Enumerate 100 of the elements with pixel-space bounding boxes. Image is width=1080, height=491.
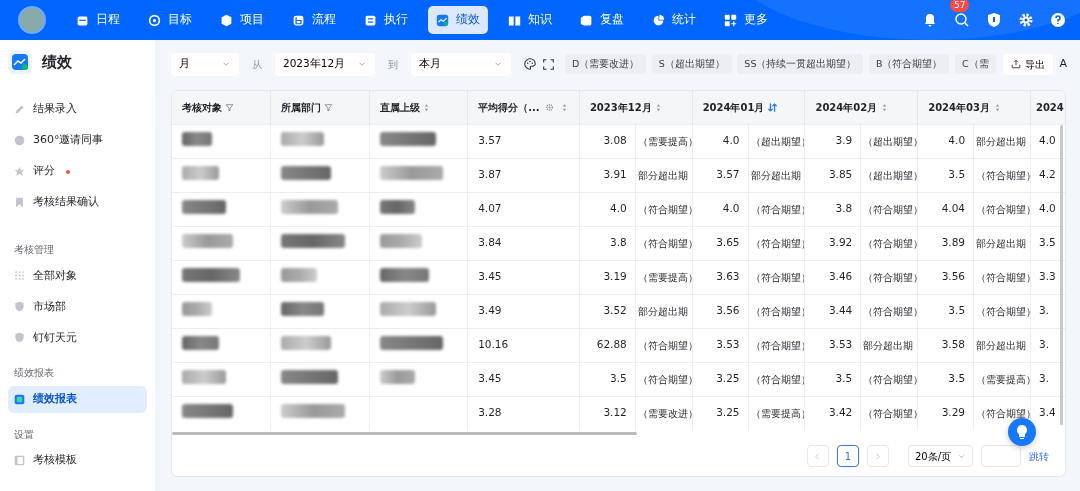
table-cell: 62.88 [579,328,636,362]
table-cell: 3.5 [917,158,974,192]
table-cell: （符合期望） [635,192,693,226]
table-cell: （符合期望） [635,328,693,362]
dots-grid-icon [14,270,25,282]
search-icon[interactable] [954,12,970,28]
table-cell: （符合期望） [748,226,805,260]
help-icon[interactable] [1050,12,1066,28]
table-cell: （符合期望） [860,294,918,328]
period-select[interactable]: 月 [171,52,239,76]
table-cell: 部分超出期 [635,158,693,192]
nav-tab[interactable]: 项目 [212,6,272,34]
table-cell: 3.63 [692,260,749,294]
nav-tab[interactable]: 更多 [716,6,776,34]
table-cell: （超出期望） [860,158,918,192]
grid-icon [724,13,737,27]
table-cell: （符合期望） [973,158,1031,192]
table-cell: 3.5 [917,362,974,396]
scrollbar[interactable] [1060,125,1063,425]
legend-tag: C（需 [954,53,996,75]
nav-tab[interactable]: 执行 [356,6,416,34]
table-cell: 3.28 [467,396,580,430]
table-cell: 3.52 [579,294,636,328]
column-header[interactable]: 考核对象 [182,99,222,115]
table-cell: （超出期望） [860,124,918,158]
bell-icon[interactable] [922,12,938,28]
table-cell: （符合期望） [635,362,693,396]
table-cell: （符合期望） [748,192,805,226]
calendar-icon [76,13,89,27]
table-cell: 3.87 [467,158,580,192]
legend-tag: SS（持续一贯超出期望） [737,53,864,75]
table-cell: 3.53 [804,328,861,362]
table-cell: （符合期望） [860,226,918,260]
table-cell: 10.16 [467,328,580,362]
upload-icon [1010,59,1021,69]
nav-tab[interactable]: 绩效 [428,6,488,34]
sidebar-heading: 考核管理 [14,243,55,257]
table-cell: 3.85 [804,158,861,192]
table-cell: 3.45 [467,260,580,294]
page-button[interactable]: 1 [836,445,859,467]
table-cell: 3.56 [692,294,749,328]
sidebar-item[interactable]: 考核模板 [8,446,147,474]
nav-tab[interactable]: 知识 [500,6,560,34]
sort-icon[interactable] [767,101,779,113]
table-cell: 部分超出期 [973,328,1031,362]
filter-icon[interactable] [224,102,234,112]
nav-tab[interactable]: 统计 [644,6,704,34]
table-cell: （需要提高） [635,124,693,158]
sidebar-item[interactable]: 360°邀请同事 [8,127,147,154]
table-cell: 3.25 [692,362,749,396]
nav-tab[interactable]: 复盘 [572,6,632,34]
table-cell: （需要提高） [748,396,805,430]
column-header[interactable]: 所属部门 [281,99,322,115]
end-month-select[interactable]: 本月 [411,52,511,76]
template-icon [14,454,25,466]
table-cell: （需要提高） [635,260,693,294]
sidebar-title: 绩效 [42,51,72,73]
page-size-select[interactable]: 20条/页 [907,445,973,467]
table-cell: （符合期望） [748,328,805,362]
table-cell: （符合期望） [860,192,918,226]
sidebar-item[interactable]: 市场部 [8,293,147,321]
export-button[interactable]: 导出 [1002,53,1053,75]
settings-icon[interactable] [545,102,555,112]
table-cell: 3.25 [692,396,749,430]
nav-tab[interactable]: 目标 [140,6,200,34]
nav-tab[interactable]: 日程 [68,6,128,34]
sidebar-item[interactable]: 绩效报表 [8,385,147,413]
scrollbar[interactable] [172,432,637,435]
filter-icon[interactable] [323,102,333,112]
shield-icon[interactable] [986,12,1002,28]
table-cell: 4.07 [467,192,580,226]
nav-tab[interactable]: 流程 [284,6,344,34]
jump-link[interactable]: 跳转 [1029,448,1049,464]
table-cell: 3.19 [579,260,636,294]
cube-icon [220,13,233,27]
table-cell: 3.46 [804,260,861,294]
sidebar-item[interactable]: 钉钉天元 [8,324,147,352]
palette-icon[interactable] [524,58,536,70]
pie-chart-icon [652,13,665,27]
table-cell: （符合期望） [860,260,918,294]
avatar[interactable] [18,6,46,34]
app-logo-icon [8,50,32,74]
table-cell: 3.9 [804,124,861,158]
from-label: 从 [252,57,262,72]
table-cell: 3.53 [692,328,749,362]
table-cell: 3.49 [467,294,580,328]
fullscreen-icon[interactable] [543,58,554,70]
sidebar-item[interactable]: 全部对象 [8,262,147,290]
table-cell: （需要改进） [635,396,693,430]
sidebar-item[interactable]: 评分 [8,158,147,185]
chart-icon [436,13,449,27]
sidebar-item[interactable]: 结果录入 [8,96,147,123]
table-cell: 4.0 [692,192,749,226]
table-cell: 部分超出期 [860,328,918,362]
table-cell: 部分超出期 [635,294,693,328]
start-month-select[interactable]: 2023年12月 [275,52,375,76]
sidebar-item[interactable]: 考核结果确认 [8,189,147,216]
table-cell: 3.8 [804,192,861,226]
table-cell: 3.89 [917,226,974,260]
page-input[interactable] [981,445,1021,467]
